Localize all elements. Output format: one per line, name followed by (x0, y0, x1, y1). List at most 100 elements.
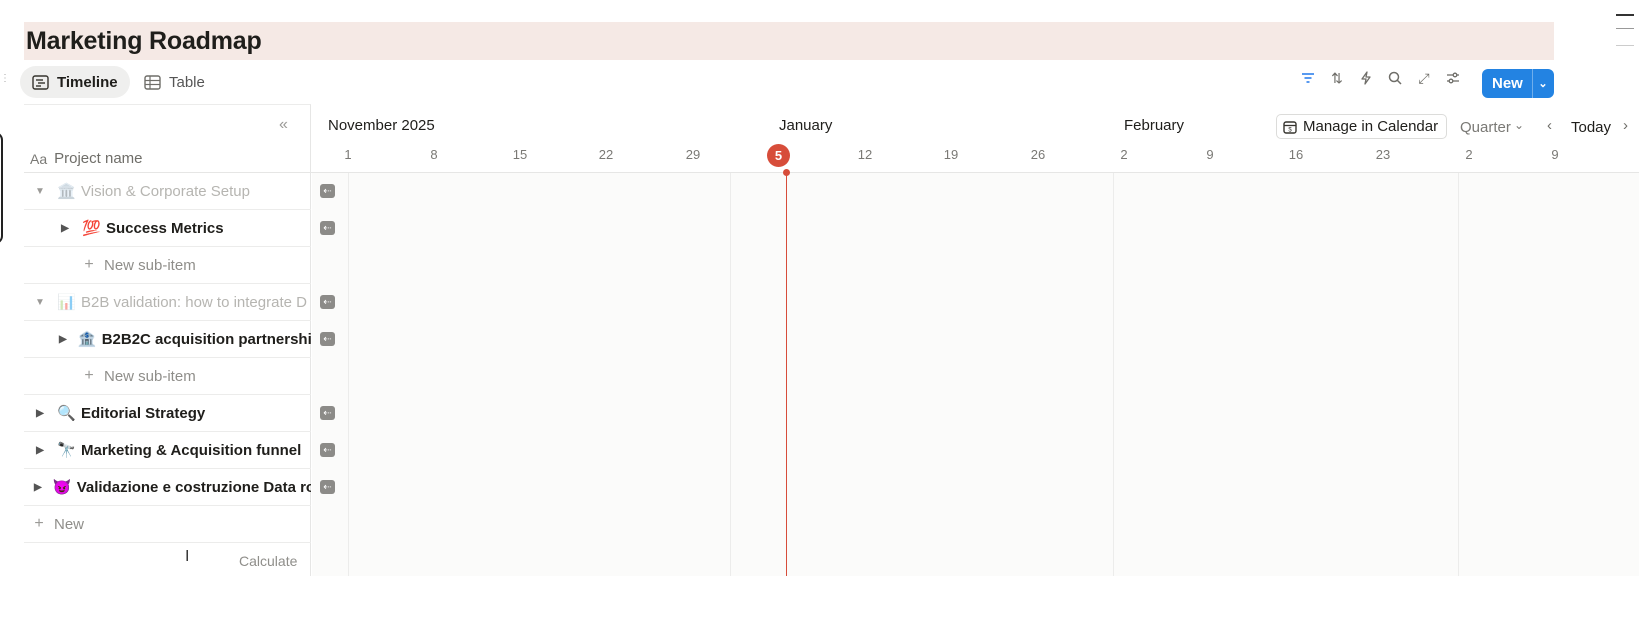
list-item[interactable]: ▶ 😈 Validazione e costruzione Data ro (24, 469, 311, 506)
list-item[interactable]: ▼ 📊 B2B validation: how to integrate D (24, 284, 311, 321)
sort-icon[interactable]: ⇅ (1329, 70, 1345, 86)
calendar-icon: $ (1283, 120, 1297, 134)
new-button-label: New (1492, 75, 1523, 92)
expand-icon[interactable]: ⤢ (1416, 70, 1432, 86)
go-to-item-icon[interactable]: ⇠ (320, 295, 335, 309)
toggle-collapsed-icon[interactable]: ▶ (34, 408, 46, 419)
list-item[interactable]: ▶ 💯 Success Metrics (24, 210, 311, 247)
tab-timeline-label: Timeline (57, 73, 118, 91)
date-tick: 12 (857, 147, 873, 162)
list-item-label: Vision & Corporate Setup (81, 182, 250, 200)
go-to-item-icon[interactable]: ⇠ (320, 221, 335, 235)
drag-handle-icon[interactable]: ⋮ (0, 73, 10, 87)
institution-icon: 🏛️ (57, 183, 76, 200)
collapse-panel-icon[interactable]: « (279, 116, 288, 134)
list-item[interactable]: ▶ 🏦 B2B2C acquisition partnershi (24, 321, 311, 358)
chevron-down-icon[interactable]: ⌄ (1514, 118, 1524, 132)
new-button[interactable]: New ⌄ (1482, 69, 1554, 98)
outline-lines-icon[interactable] (1616, 14, 1634, 58)
plus-icon: + (34, 515, 44, 532)
project-name-header-label: Project name (54, 150, 143, 167)
bank-icon: 🏦 (77, 331, 97, 348)
list-item[interactable]: ▶ 🔍 Editorial Strategy (24, 395, 311, 432)
today-marker: 5 (767, 144, 790, 167)
chevron-right-icon[interactable]: › (1623, 117, 1628, 134)
list-item-label: B2B validation: how to integrate D (81, 293, 307, 311)
toggle-expanded-icon[interactable]: ▼ (34, 297, 46, 308)
chart-icon: 📊 (57, 294, 76, 311)
toggle-collapsed-icon[interactable]: ▶ (34, 445, 46, 456)
today-line-dot (783, 169, 790, 176)
date-tick: 23 (1375, 147, 1391, 162)
list-item[interactable]: ▼ 🏛️ Vision & Corporate Setup (24, 173, 311, 210)
manage-in-calendar-label: Manage in Calendar (1303, 118, 1439, 135)
today-line (786, 172, 787, 576)
toggle-expanded-icon[interactable]: ▼ (34, 186, 46, 197)
date-tick: 2 (1465, 147, 1473, 162)
magnifier-icon: 🔍 (57, 405, 76, 422)
go-to-item-icon[interactable]: ⇠ (320, 480, 335, 494)
date-tick: 15 (512, 147, 528, 162)
new-sub-item-label: New sub-item (104, 256, 196, 274)
text-property-icon: Aa (30, 150, 48, 167)
timeline-icon (32, 74, 49, 90)
list-item[interactable]: ▶ 🔭 Marketing & Acquisition funnel (24, 432, 311, 469)
binoculars-icon: 🔭 (57, 442, 76, 459)
go-to-item-icon[interactable]: ⇠ (320, 406, 335, 420)
filter-icon[interactable] (1300, 70, 1316, 86)
hundred-points-icon: 💯 (82, 220, 101, 237)
timeline-canvas[interactable] (312, 173, 1639, 576)
table-icon (144, 74, 161, 90)
toggle-collapsed-icon[interactable]: ▶ (59, 334, 67, 345)
date-tick: 29 (685, 147, 701, 162)
list-item-label: B2B2C acquisition partnershi (101, 330, 311, 348)
toggle-collapsed-icon[interactable]: ▶ (59, 223, 71, 234)
chevron-down-icon[interactable]: ⌄ (1533, 77, 1553, 90)
go-to-item-icon[interactable]: ⇠ (320, 443, 335, 457)
date-tick: 19 (943, 147, 959, 162)
text-cursor-icon: I (185, 548, 190, 565)
list-item-label: Editorial Strategy (81, 404, 206, 422)
new-item-button[interactable]: + New (24, 506, 311, 543)
page-title[interactable]: Marketing Roadmap (26, 27, 262, 56)
month-label: February (1124, 117, 1185, 134)
date-tick: 1 (344, 147, 352, 162)
zoom-select[interactable]: Quarter (1460, 119, 1511, 136)
gridline (1113, 173, 1114, 576)
side-peek-edge (0, 132, 3, 244)
date-tick: 26 (1030, 147, 1046, 162)
date-tick: 9 (1206, 147, 1214, 162)
calculate-button[interactable]: Calculate (239, 553, 297, 569)
devil-face-icon: 😈 (52, 479, 72, 496)
date-tick: 22 (598, 147, 614, 162)
automation-icon[interactable] (1358, 70, 1374, 86)
month-label: January (779, 117, 833, 134)
search-icon[interactable] (1387, 70, 1403, 86)
go-to-item-icon[interactable]: ⇠ (320, 332, 335, 346)
gridline (348, 173, 349, 576)
toggle-collapsed-icon[interactable]: ▶ (34, 482, 42, 493)
go-to-item-icon[interactable]: ⇠ (320, 184, 335, 198)
date-tick: 2 (1120, 147, 1128, 162)
new-sub-item-label: New sub-item (104, 367, 196, 385)
tab-timeline[interactable]: Timeline (20, 66, 130, 98)
list-item-label: Success Metrics (106, 219, 224, 237)
date-tick: 9 (1551, 147, 1559, 162)
gridline (730, 173, 731, 576)
month-label: November 2025 (328, 117, 435, 134)
new-sub-item-button[interactable]: + New sub-item (24, 247, 311, 284)
plus-icon: + (84, 256, 94, 273)
chevron-left-icon[interactable]: ‹ (1547, 117, 1552, 134)
new-item-label: New (54, 515, 85, 533)
tab-table[interactable]: Table (132, 66, 217, 98)
list-item-label: Marketing & Acquisition funnel (81, 441, 302, 459)
settings-icon[interactable] (1445, 70, 1461, 86)
date-tick: 16 (1288, 147, 1304, 162)
new-sub-item-button[interactable]: + New sub-item (24, 358, 311, 395)
manage-in-calendar-button[interactable]: $ Manage in Calendar (1276, 114, 1448, 139)
project-name-header[interactable]: Aa Project name (30, 150, 143, 167)
gridline (1458, 173, 1459, 576)
date-tick: 8 (430, 147, 438, 162)
plus-icon: + (84, 367, 94, 384)
today-button[interactable]: Today (1571, 119, 1611, 136)
